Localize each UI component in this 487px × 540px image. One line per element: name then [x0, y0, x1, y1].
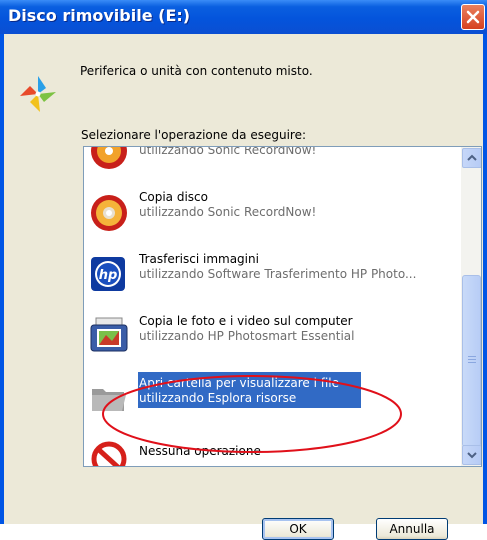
dialog-body: Periferica o unità con contenuto misto. …	[4, 34, 483, 540]
list-item[interactable]: utilizzando Sonic RecordNow!	[84, 146, 461, 181]
item-subtitle: utilizzando HP Photosmart Essential	[139, 329, 355, 343]
item-subtitle: utilizzando Software Trasferimento HP Ph…	[139, 267, 417, 281]
scroll-up-button[interactable]	[462, 148, 481, 168]
chevron-up-icon	[467, 154, 477, 161]
action-list[interactable]: utilizzando Sonic RecordNow! Copia disco…	[83, 146, 482, 467]
item-subtitle: utilizzando Sonic RecordNow!	[139, 146, 317, 157]
item-subtitle: utilizzando Esplora risorse	[139, 391, 297, 405]
vertical-scrollbar[interactable]	[461, 147, 481, 466]
list-item[interactable]: Nessuna operazione	[84, 429, 461, 466]
window-title: Disco rimovibile (E:)	[8, 6, 191, 25]
autoplay-pinwheel-icon	[20, 76, 56, 112]
chevron-down-icon	[467, 452, 477, 459]
list-item[interactable]: Copia disco utilizzando Sonic RecordNow!	[84, 181, 461, 243]
close-button[interactable]	[461, 4, 485, 30]
no-action-icon	[91, 441, 127, 466]
scroll-thumb[interactable]	[462, 275, 481, 447]
list-item[interactable]: hp Trasferisci immagini utilizzando Soft…	[84, 243, 461, 305]
grip-line	[468, 359, 476, 360]
close-icon	[466, 10, 480, 24]
cd-disc-icon	[91, 195, 127, 231]
cancel-button[interactable]: Annulla	[376, 518, 448, 540]
item-title: Apri cartella per visualizzare i file	[139, 376, 340, 390]
action-prompt: Selezionare l'operazione da eseguire:	[81, 128, 307, 142]
list-item-selected[interactable]: Apri cartella per visualizzare i file ut…	[84, 367, 461, 429]
scroll-down-button[interactable]	[462, 445, 481, 465]
ok-button[interactable]: OK	[262, 518, 334, 540]
item-title: Copia disco	[139, 190, 208, 204]
item-title: Copia le foto e i video sul computer	[139, 314, 353, 328]
cd-disc-icon	[91, 147, 127, 169]
device-description: Periferica o unità con contenuto misto.	[80, 64, 313, 78]
grip-line	[468, 356, 476, 357]
item-title: Trasferisci immagini	[139, 252, 259, 266]
autoplay-dialog: Disco rimovibile (E:) Periferica o unità…	[0, 0, 487, 540]
hp-logo-icon: hp	[91, 257, 125, 291]
title-bar[interactable]: Disco rimovibile (E:)	[0, 0, 487, 34]
list-item[interactable]: Copia le foto e i video sul computer uti…	[84, 305, 461, 367]
grip-line	[468, 362, 476, 363]
photo-printer-icon	[90, 317, 128, 352]
svg-text:hp: hp	[99, 268, 118, 283]
folder-icon	[92, 389, 126, 411]
item-title: Nessuna operazione	[139, 444, 261, 458]
item-subtitle: utilizzando Sonic RecordNow!	[139, 205, 317, 219]
